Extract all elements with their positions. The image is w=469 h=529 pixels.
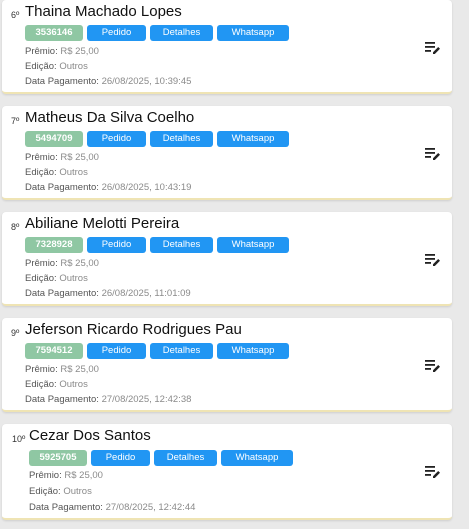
whatsapp-button[interactable]: Whatsapp: [221, 450, 293, 466]
data-pagamento-label: Data Pagamento:: [25, 76, 99, 87]
winner-name: Cezar Dos Santos: [29, 427, 151, 444]
edit-note-icon[interactable]: [425, 253, 441, 267]
whatsapp-button[interactable]: Whatsapp: [217, 25, 289, 41]
action-row: 7328928 Pedido Detalhes Whatsapp: [25, 237, 289, 253]
data-pagamento-label: Data Pagamento:: [29, 502, 103, 513]
detalhes-button[interactable]: Detalhes: [150, 343, 213, 359]
action-row: 3536146 Pedido Detalhes Whatsapp: [25, 25, 289, 41]
detalhes-button[interactable]: Detalhes: [150, 131, 213, 147]
order-code-badge: 7594512: [25, 343, 83, 359]
data-pagamento-value: 27/08/2025, 12:42:44: [105, 502, 196, 513]
pedido-button[interactable]: Pedido: [87, 25, 146, 41]
edicao-line: Edição: Outros: [25, 167, 88, 178]
edicao-label: Edição:: [25, 273, 57, 284]
detalhes-button[interactable]: Detalhes: [150, 237, 213, 253]
detalhes-button[interactable]: Detalhes: [154, 450, 217, 466]
edicao-line: Edição: Outros: [25, 61, 88, 72]
premio-line: Prêmio: R$ 25,00: [25, 152, 99, 163]
winner-name: Jeferson Ricardo Rodrigues Pau: [25, 321, 242, 338]
data-pagamento-value: 26/08/2025, 11:01:09: [101, 288, 191, 299]
whatsapp-button[interactable]: Whatsapp: [217, 237, 289, 253]
pedido-button[interactable]: Pedido: [87, 131, 146, 147]
winner-name: Matheus Da Silva Coelho: [25, 109, 195, 126]
order-code-badge: 5925705: [29, 450, 87, 466]
rank-number: 6º: [11, 10, 20, 20]
order-code-badge: 3536146: [25, 25, 83, 41]
winner-card: 10º Cezar Dos Santos 5925705 Pedido Deta…: [2, 424, 452, 520]
premio-line: Prêmio: R$ 25,00: [29, 470, 103, 481]
winner-card: 7º Matheus Da Silva Coelho 5494709 Pedid…: [2, 106, 452, 200]
premio-value: R$ 25,00: [60, 46, 99, 57]
data-pagamento-line: Data Pagamento: 26/08/2025, 11:01:09: [25, 288, 191, 299]
edit-note-icon[interactable]: [425, 359, 441, 373]
premio-label: Prêmio:: [25, 152, 58, 163]
pedido-button[interactable]: Pedido: [87, 343, 146, 359]
edit-note-icon[interactable]: [425, 147, 441, 161]
data-pagamento-label: Data Pagamento:: [25, 288, 99, 299]
winners-list: 6º Thaina Machado Lopes 3536146 Pedido D…: [0, 0, 469, 529]
order-code-badge: 7328928: [25, 237, 83, 253]
detalhes-button[interactable]: Detalhes: [150, 25, 213, 41]
data-pagamento-line: Data Pagamento: 27/08/2025, 12:42:38: [25, 394, 191, 405]
rank-number: 7º: [11, 116, 20, 126]
data-pagamento-label: Data Pagamento:: [25, 394, 99, 405]
data-pagamento-value: 27/08/2025, 12:42:38: [101, 394, 192, 405]
premio-line: Prêmio: R$ 25,00: [25, 364, 99, 375]
data-pagamento-line: Data Pagamento: 26/08/2025, 10:43:19: [25, 182, 191, 193]
winner-card: 6º Thaina Machado Lopes 3536146 Pedido D…: [2, 0, 452, 94]
data-pagamento-line: Data Pagamento: 27/08/2025, 12:42:44: [29, 502, 195, 513]
edicao-value: Outros: [59, 273, 88, 284]
premio-value: R$ 25,00: [60, 364, 99, 375]
data-pagamento-value: 26/08/2025, 10:39:45: [101, 76, 192, 87]
premio-line: Prêmio: R$ 25,00: [25, 258, 99, 269]
winner-card: 8º Abiliane Melotti Pereira 7328928 Pedi…: [2, 212, 452, 306]
edicao-label: Edição:: [25, 379, 57, 390]
whatsapp-button[interactable]: Whatsapp: [217, 131, 289, 147]
action-row: 5494709 Pedido Detalhes Whatsapp: [25, 131, 289, 147]
order-code-badge: 5494709: [25, 131, 83, 147]
rank-number: 8º: [11, 222, 20, 232]
edit-note-icon[interactable]: [425, 465, 441, 479]
edit-note-icon[interactable]: [425, 41, 441, 55]
edicao-line: Edição: Outros: [29, 486, 92, 497]
edicao-value: Outros: [59, 61, 88, 72]
winner-name: Thaina Machado Lopes: [25, 3, 182, 20]
premio-value: R$ 25,00: [60, 152, 99, 163]
winner-name: Abiliane Melotti Pereira: [25, 215, 180, 232]
data-pagamento-label: Data Pagamento:: [25, 182, 99, 193]
edicao-line: Edição: Outros: [25, 273, 88, 284]
premio-label: Prêmio:: [29, 470, 62, 481]
premio-label: Prêmio:: [25, 258, 58, 269]
edicao-line: Edição: Outros: [25, 379, 88, 390]
edicao-value: Outros: [59, 379, 88, 390]
action-row: 7594512 Pedido Detalhes Whatsapp: [25, 343, 289, 359]
winner-card: 9º Jeferson Ricardo Rodrigues Pau 759451…: [2, 318, 452, 412]
data-pagamento-line: Data Pagamento: 26/08/2025, 10:39:45: [25, 76, 191, 87]
premio-label: Prêmio:: [25, 364, 58, 375]
edicao-value: Outros: [59, 167, 88, 178]
action-row: 5925705 Pedido Detalhes Whatsapp: [29, 450, 293, 466]
edicao-value: Outros: [63, 486, 92, 497]
data-pagamento-value: 26/08/2025, 10:43:19: [101, 182, 192, 193]
rank-number: 10º: [12, 434, 26, 444]
edicao-label: Edição:: [29, 486, 61, 497]
pedido-button[interactable]: Pedido: [87, 237, 146, 253]
premio-value: R$ 25,00: [60, 258, 99, 269]
premio-value: R$ 25,00: [64, 470, 103, 481]
whatsapp-button[interactable]: Whatsapp: [217, 343, 289, 359]
premio-label: Prêmio:: [25, 46, 58, 57]
premio-line: Prêmio: R$ 25,00: [25, 46, 99, 57]
rank-number: 9º: [11, 328, 20, 338]
edicao-label: Edição:: [25, 61, 57, 72]
edicao-label: Edição:: [25, 167, 57, 178]
pedido-button[interactable]: Pedido: [91, 450, 150, 466]
